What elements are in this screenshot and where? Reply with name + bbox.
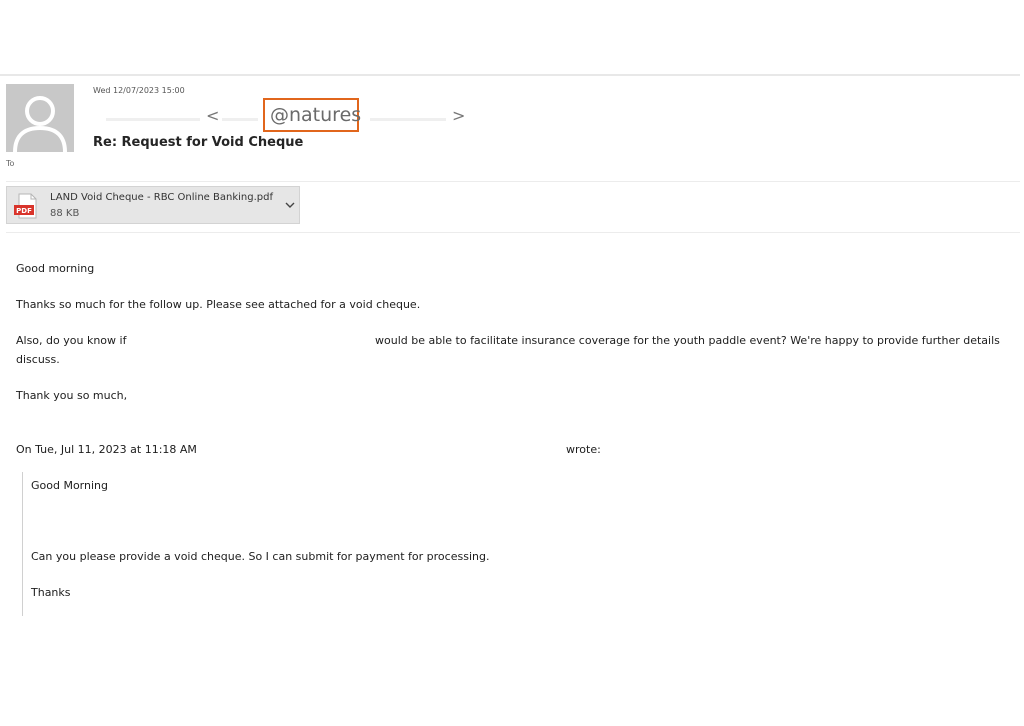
header-divider	[6, 181, 1020, 182]
person-placeholder-icon	[6, 84, 74, 152]
top-divider	[0, 74, 1020, 76]
redacted-sender-name	[106, 118, 200, 121]
attachment-card[interactable]: PDF LAND Void Cheque - RBC Online Bankin…	[6, 186, 300, 224]
attachment-name: LAND Void Cheque - RBC Online Banking.pd…	[50, 192, 273, 203]
avatar[interactable]	[6, 84, 74, 152]
body-line-question-wrap: discuss.	[16, 353, 60, 366]
body-line-attachment: Thanks so much for the follow up. Please…	[16, 298, 421, 311]
email-subject: Re: Request for Void Cheque	[93, 135, 304, 150]
sender-close-bracket: >	[452, 106, 466, 125]
sender-email-highlight[interactable]: @natures	[263, 98, 361, 132]
pdf-file-icon: PDF	[14, 193, 37, 219]
sender-open-bracket: <	[206, 106, 220, 125]
quote-header-start: On Tue, Jul 11, 2023 at 11:18 AM	[16, 443, 197, 456]
body-signoff: Thank you so much,	[16, 389, 128, 402]
quote-bar	[22, 472, 23, 616]
quoted-request-line: Can you please provide a void cheque. So…	[31, 550, 490, 563]
sent-date: Wed 12/07/2023 15:00	[93, 86, 185, 95]
quote-header-end: wrote:	[566, 443, 601, 456]
quoted-signoff: Thanks	[31, 586, 71, 599]
body-line-question-end: would be able to facilitate insurance co…	[375, 334, 1000, 347]
redacted-sender-domain	[370, 118, 446, 121]
quoted-greeting: Good Morning	[31, 479, 108, 492]
redacted-sender-user	[222, 118, 258, 121]
pdf-badge-label: PDF	[16, 207, 32, 215]
body-line-question-start: Also, do you know if	[16, 334, 127, 347]
chevron-down-icon[interactable]	[284, 199, 296, 211]
attachment-size: 88 KB	[50, 208, 80, 219]
to-label: To	[6, 159, 15, 168]
attachment-divider	[6, 232, 1020, 233]
body-greeting: Good morning	[16, 262, 95, 275]
